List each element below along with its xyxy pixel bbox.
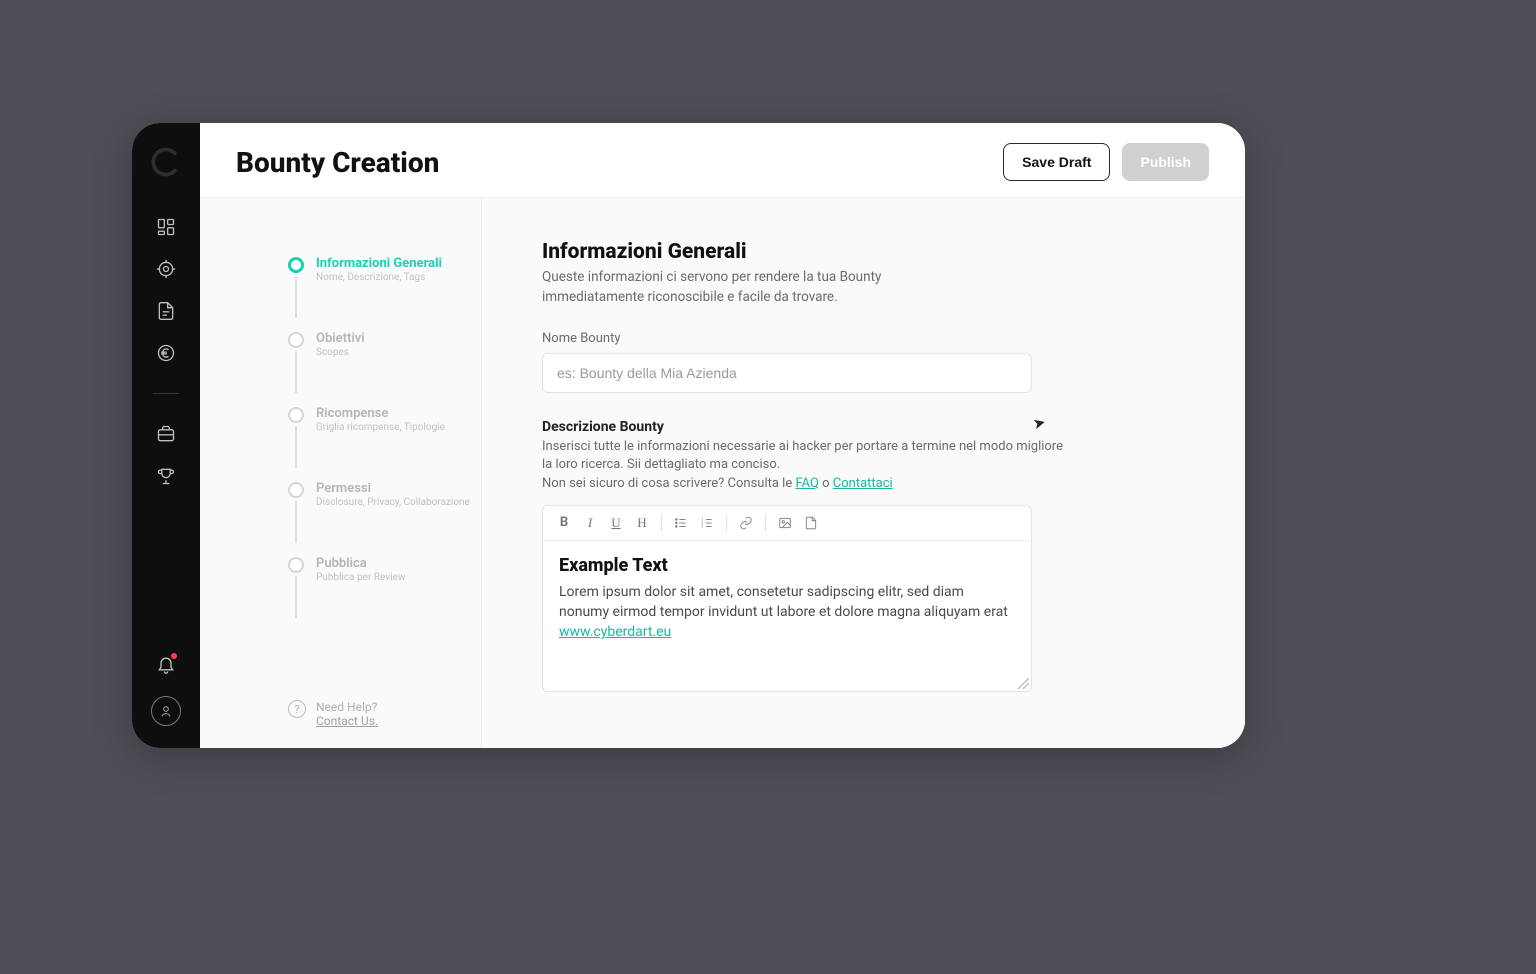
step-ricompense[interactable]: Ricompense Griglia ricompense, Tipologie: [288, 406, 481, 433]
description-help: Inserisci tutte le informazioni necessar…: [542, 438, 1072, 493]
bounty-name-input[interactable]: [542, 353, 1032, 393]
file-button[interactable]: [800, 512, 822, 534]
step-sub: Disclosure, Privacy, Collaborazione: [316, 497, 470, 508]
step-dot: [288, 332, 304, 348]
desc-help-line1: Inserisci tutte le informazioni necessar…: [542, 439, 1063, 472]
step-pubblica[interactable]: Pubblica Pubblica per Review: [288, 556, 481, 583]
notification-dot: [171, 653, 177, 659]
italic-button[interactable]: I: [579, 512, 601, 534]
step-permessi[interactable]: Permessi Disclosure, Privacy, Collaboraz…: [288, 481, 481, 508]
header: Bounty Creation Save Draft Publish: [200, 123, 1245, 198]
section-title: Informazioni Generali: [542, 240, 1185, 264]
editor-text: Lorem ipsum dolor sit amet, consetetur s…: [559, 584, 1008, 620]
trophy-icon[interactable]: [156, 466, 176, 486]
toolbar-separator: [661, 515, 662, 531]
editor-heading: Example Text: [559, 555, 1015, 576]
description-label: Descrizione Bounty: [542, 419, 1185, 435]
editor-toolbar: B I U H 123: [543, 506, 1031, 541]
underline-button[interactable]: U: [605, 512, 627, 534]
notifications-button[interactable]: [156, 654, 176, 678]
dashboard-icon[interactable]: [156, 217, 176, 237]
page-title: Bounty Creation: [236, 146, 439, 179]
image-button[interactable]: [774, 512, 796, 534]
step-informazioni-generali[interactable]: Informazioni Generali Nome, Descrizione,…: [288, 256, 481, 283]
step-sub: Scopes: [316, 347, 365, 358]
link-button[interactable]: [735, 512, 757, 534]
step-title: Ricompense: [316, 406, 445, 421]
step-dot: [288, 482, 304, 498]
user-icon: [158, 703, 174, 719]
app-window: Bounty Creation Save Draft Publish Infor…: [132, 123, 1245, 748]
step-sub: Nome, Descrizione, Tags: [316, 272, 442, 283]
nav-divider: [153, 393, 179, 394]
steps-column: Informazioni Generali Nome, Descrizione,…: [200, 198, 482, 748]
account-button[interactable]: [151, 696, 181, 726]
step-dot: [288, 407, 304, 423]
step-title: Permessi: [316, 481, 470, 496]
bulleted-list-button[interactable]: [670, 512, 692, 534]
resize-handle[interactable]: [1017, 677, 1029, 689]
step-title: Pubblica: [316, 556, 405, 571]
editor-body[interactable]: Example Text Lorem ipsum dolor sit amet,…: [543, 541, 1031, 691]
bold-button[interactable]: B: [553, 512, 575, 534]
step-sub: Pubblica per Review: [316, 572, 405, 583]
desc-help-line2b: o: [819, 476, 833, 491]
publish-button: Publish: [1122, 143, 1209, 181]
help-need-text: Need Help?: [316, 700, 378, 714]
contact-us-link[interactable]: Contact Us.: [316, 714, 378, 728]
desc-help-line2a: Non sei sicuro di cosa scrivere? Consult…: [542, 476, 795, 491]
rich-text-editor: B I U H 123: [542, 505, 1032, 692]
form-column: Informazioni Generali Queste informazion…: [482, 198, 1245, 748]
main: Bounty Creation Save Draft Publish Infor…: [200, 123, 1245, 748]
toolbar-separator: [726, 515, 727, 531]
faq-link[interactable]: FAQ: [795, 476, 818, 491]
editor-paragraph: Lorem ipsum dolor sit amet, consetetur s…: [559, 582, 1015, 643]
logo-icon: [151, 147, 181, 177]
briefcase-icon[interactable]: [156, 424, 176, 444]
editor-link[interactable]: www.cyberdart.eu: [559, 624, 671, 640]
svg-text:3: 3: [701, 523, 703, 528]
save-draft-button[interactable]: Save Draft: [1003, 143, 1110, 181]
numbered-list-button[interactable]: 123: [696, 512, 718, 534]
sidebar: [132, 123, 200, 748]
step-obiettivi[interactable]: Obiettivi Scopes: [288, 331, 481, 358]
step-title: Informazioni Generali: [316, 256, 442, 271]
target-icon[interactable]: [156, 259, 176, 279]
step-sub: Griglia ricompense, Tipologie: [316, 422, 445, 433]
euro-icon[interactable]: [156, 343, 176, 363]
step-title: Obiettivi: [316, 331, 365, 346]
step-dot: [288, 257, 304, 273]
document-icon[interactable]: [156, 301, 176, 321]
step-dot: [288, 557, 304, 573]
toolbar-separator: [765, 515, 766, 531]
contact-link[interactable]: Contattaci: [833, 476, 893, 491]
help-icon: ?: [288, 700, 306, 718]
body: Informazioni Generali Nome, Descrizione,…: [200, 198, 1245, 748]
section-subtitle: Queste informazioni ci servono per rende…: [542, 268, 972, 307]
heading-button[interactable]: H: [631, 512, 653, 534]
name-label: Nome Bounty: [542, 331, 1185, 346]
help-row: ? Need Help? Contact Us.: [288, 700, 481, 748]
